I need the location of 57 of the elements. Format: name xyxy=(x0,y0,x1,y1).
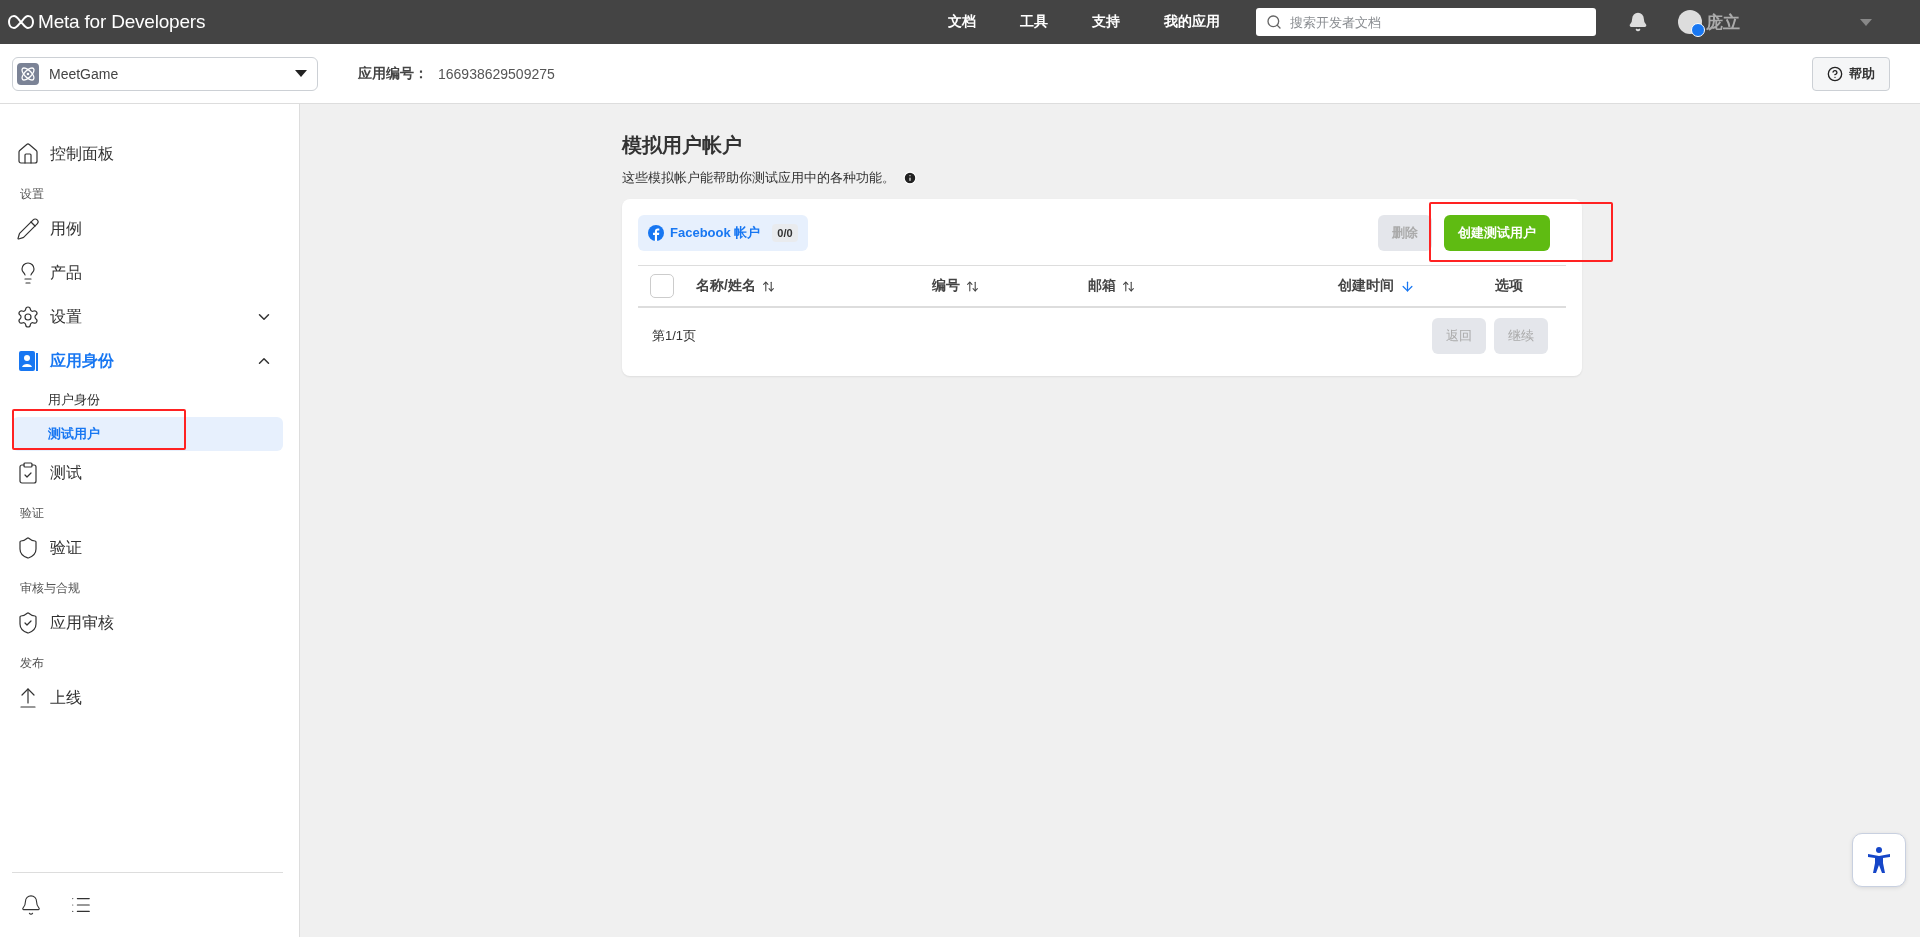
app-id-value: 166938629509275 xyxy=(438,65,555,82)
help-icon xyxy=(1827,65,1843,82)
user-name[interactable]: 庞立 xyxy=(1706,10,1740,34)
sidebar-item[interactable]: 测试 xyxy=(12,451,291,495)
caret-down-icon[interactable] xyxy=(1860,18,1872,26)
section-label: 审核与合规 xyxy=(19,580,81,597)
accessibility-button[interactable] xyxy=(1852,833,1906,887)
nav-link[interactable]: 文档 xyxy=(948,13,976,31)
bell-icon[interactable] xyxy=(1628,12,1648,32)
caret-down-icon xyxy=(295,70,307,77)
column-header[interactable]: 名称/姓名 xyxy=(696,277,932,295)
checklist-icon xyxy=(16,461,40,485)
app-id-label: 应用编号： xyxy=(358,64,428,83)
atom-icon xyxy=(17,62,39,85)
column-header[interactable]: 编号 xyxy=(932,277,1088,295)
help-button[interactable]: 帮助 xyxy=(1812,56,1890,91)
select-all-checkbox[interactable] xyxy=(650,274,674,298)
sidebar-subitem[interactable]: 用户身份 xyxy=(12,383,283,417)
nav-link[interactable]: 工具 xyxy=(1020,13,1048,31)
shield-icon xyxy=(16,536,40,560)
column-header[interactable]: 选项 xyxy=(1495,277,1566,295)
settings-icon xyxy=(16,305,40,329)
sidebar-item[interactable]: 用例 xyxy=(12,207,291,251)
column-header[interactable]: 邮箱 xyxy=(1088,277,1338,295)
shield-check-icon xyxy=(16,611,40,635)
sidebar-item[interactable]: 设置 xyxy=(12,295,291,339)
nav-link[interactable]: 支持 xyxy=(1092,13,1120,31)
search-icon xyxy=(1266,14,1282,30)
app-dropdown[interactable]: MeetGame xyxy=(12,56,318,91)
sidebar-item[interactable]: 验证 xyxy=(12,526,291,570)
infinity-logo-icon xyxy=(8,15,34,29)
sidebar-item[interactable]: 产品 xyxy=(12,251,291,295)
sidebar-subitem[interactable]: 测试用户 xyxy=(12,417,283,451)
section-label: 设置 xyxy=(19,186,45,203)
sidebar-item[interactable]: 应用审核 xyxy=(12,601,291,645)
avatar[interactable] xyxy=(1678,10,1702,34)
accessibility-person-icon xyxy=(1868,847,1890,873)
id-card-icon xyxy=(16,349,40,373)
sidebar-item[interactable]: 应用身份 xyxy=(12,339,291,383)
facebook-logo-icon xyxy=(648,225,664,241)
section-label: 发布 xyxy=(19,655,45,672)
nav-link[interactable]: 我的应用 xyxy=(1164,13,1220,31)
page-title: 模拟用户帐户 xyxy=(622,133,743,158)
pencil-icon xyxy=(16,217,40,241)
bell-icon[interactable] xyxy=(20,894,42,916)
sidebar-item[interactable]: 控制面板 xyxy=(12,132,291,176)
account-count: 0/0 xyxy=(772,224,798,242)
site-logo-text[interactable]: Meta for Developers xyxy=(38,11,206,33)
section-label: 验证 xyxy=(19,505,45,522)
sidebar-item[interactable]: 上线 xyxy=(12,676,291,720)
page-description: 这些模拟帐户能帮助你测试应用中的各种功能。 xyxy=(622,169,895,187)
home-icon xyxy=(16,142,40,166)
account-tab[interactable]: Facebook 帐户 0/0 xyxy=(638,215,808,251)
page-indicator: 第1/1页 xyxy=(652,327,697,345)
column-header[interactable]: 创建时间 xyxy=(1338,277,1495,295)
search-field[interactable]: 搜索开发者文档 xyxy=(1256,8,1596,36)
info-icon[interactable] xyxy=(903,171,917,185)
